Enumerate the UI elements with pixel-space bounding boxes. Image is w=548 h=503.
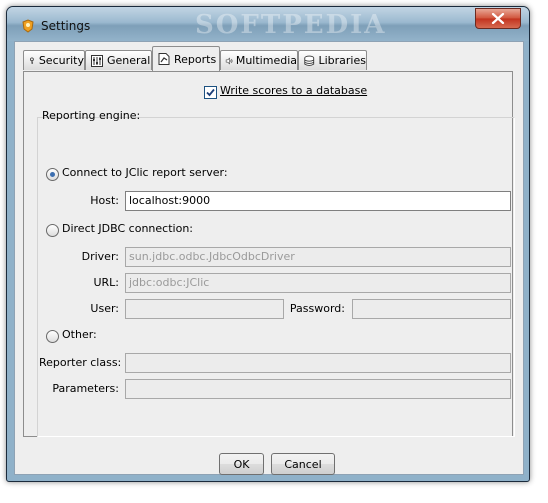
speaker-icon xyxy=(225,57,233,64)
cancel-button[interactable]: Cancel xyxy=(271,453,335,475)
tab-label: Libraries xyxy=(318,54,366,67)
user-input[interactable] xyxy=(125,299,284,319)
tab-label: General xyxy=(107,54,151,67)
password-input[interactable] xyxy=(352,299,511,319)
close-icon xyxy=(491,13,505,24)
dialog-content: Security General Reports Multimedia Libr… xyxy=(14,41,524,475)
user-label: User: xyxy=(90,302,119,315)
password-label: Password: xyxy=(289,302,345,315)
sliders-icon xyxy=(91,54,103,67)
lock-icon xyxy=(30,56,34,64)
reporter-class-label: Reporter class: xyxy=(39,356,122,369)
report-server-label[interactable]: Connect to JClic report server: xyxy=(62,166,228,179)
tab-security[interactable]: Security xyxy=(23,50,85,70)
parameters-label: Parameters: xyxy=(52,382,119,395)
close-button[interactable] xyxy=(475,8,521,29)
jdbc-label[interactable]: Direct JDBC connection: xyxy=(62,222,193,235)
tab-label: Security xyxy=(38,54,84,67)
host-label: Host: xyxy=(90,194,119,207)
title-bar[interactable]: Settings SOFTPEDIA xyxy=(7,7,529,41)
database-icon xyxy=(304,55,315,66)
app-icon xyxy=(22,19,34,33)
tab-reports[interactable]: Reports xyxy=(152,46,220,71)
tab-multimedia[interactable]: Multimedia xyxy=(220,50,298,70)
reporter-class-input[interactable] xyxy=(125,353,511,373)
reporting-engine-label: Reporting engine: xyxy=(42,109,141,122)
url-label: URL: xyxy=(93,276,119,289)
url-input[interactable]: jdbc:odbc:JClic xyxy=(125,273,511,293)
tab-label: Reports xyxy=(174,52,217,66)
jdbc-radio[interactable] xyxy=(46,224,59,237)
driver-label: Driver: xyxy=(81,250,119,263)
other-radio[interactable] xyxy=(46,330,59,343)
ok-label: OK xyxy=(233,457,250,471)
write-scores-checkbox[interactable] xyxy=(204,86,217,99)
report-icon xyxy=(158,53,170,65)
parameters-input[interactable] xyxy=(125,379,511,399)
settings-window: Settings SOFTPEDIA Security General Repo… xyxy=(6,6,530,482)
tab-label: Multimedia xyxy=(235,54,297,67)
other-label[interactable]: Other: xyxy=(62,328,97,341)
checkmark-icon xyxy=(206,88,215,97)
watermark: SOFTPEDIA xyxy=(195,10,387,40)
cancel-label: Cancel xyxy=(284,457,322,471)
tab-libraries[interactable]: Libraries xyxy=(298,50,367,70)
host-input[interactable]: localhost:9000 xyxy=(125,191,511,211)
report-server-radio[interactable] xyxy=(46,168,59,181)
write-scores-label[interactable]: Write scores to a database xyxy=(220,84,367,97)
driver-input[interactable]: sun.jdbc.odbc.JdbcOdbcDriver xyxy=(125,247,511,267)
window-title: Settings xyxy=(41,19,91,33)
ok-button[interactable]: OK xyxy=(219,453,264,475)
tab-general[interactable]: General xyxy=(85,50,152,70)
